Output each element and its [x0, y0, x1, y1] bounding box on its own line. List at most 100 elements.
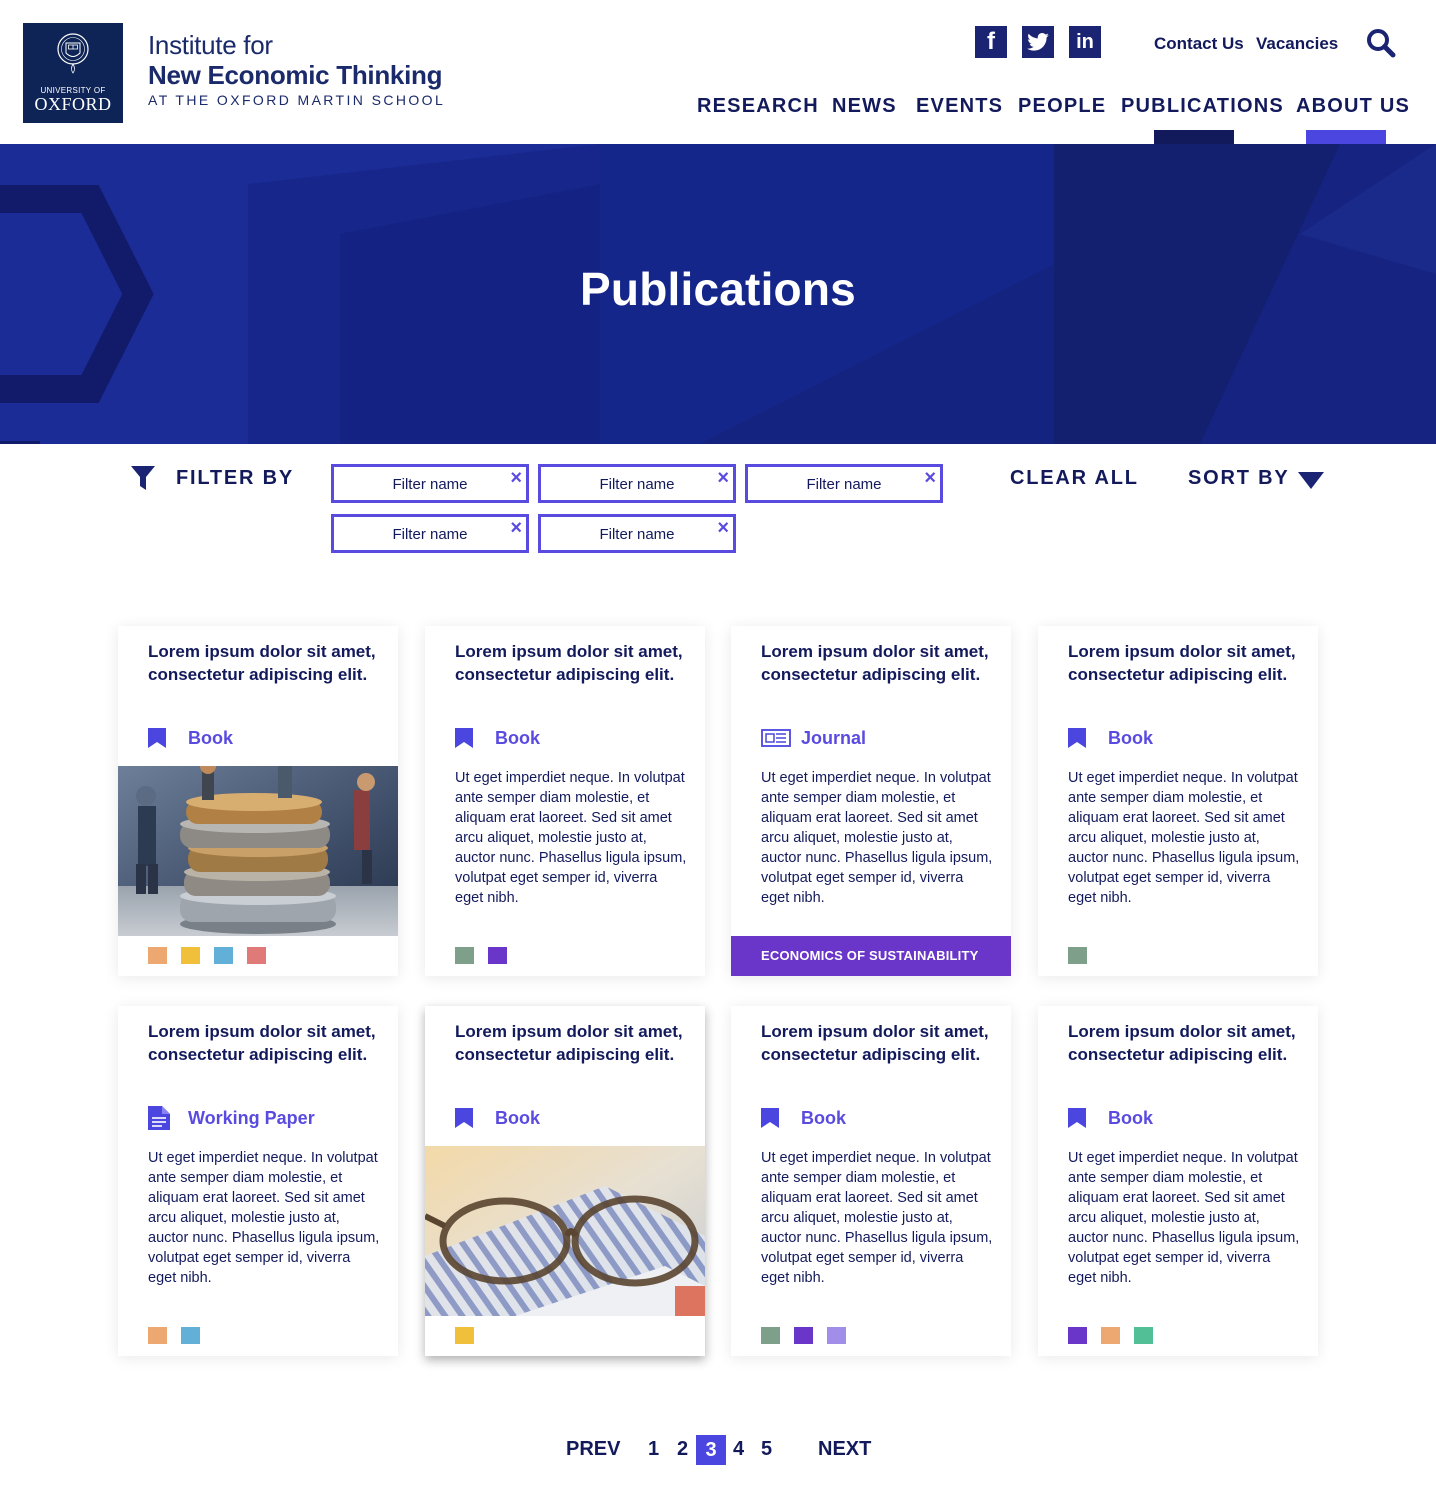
- topic-swatch[interactable]: [181, 1327, 200, 1344]
- institute-line2: New Economic Thinking: [148, 60, 443, 90]
- coins-photo[interactable]: [118, 758, 398, 936]
- bookmark-icon: [761, 1107, 791, 1129]
- institute-title[interactable]: Institute for New Economic Thinking AT T…: [148, 30, 445, 108]
- card-type[interactable]: Working Paper: [148, 1106, 315, 1130]
- card-title[interactable]: Lorem ipsum dolor sit amet, consectetur …: [455, 640, 685, 686]
- page-2-link[interactable]: 2: [677, 1438, 688, 1461]
- card-title[interactable]: Lorem ipsum dolor sit amet, consectetur …: [761, 640, 991, 686]
- topic-swatch[interactable]: [455, 947, 474, 964]
- linkedin-button[interactable]: in: [1069, 26, 1101, 58]
- publication-card[interactable]: Lorem ipsum dolor sit amet, consectetur …: [118, 626, 398, 976]
- clear-all-button[interactable]: CLEAR ALL: [1010, 467, 1139, 490]
- search-icon[interactable]: [1366, 28, 1396, 58]
- sort-by-label[interactable]: SORT BY: [1188, 467, 1290, 490]
- card-type-label: Book: [1108, 1107, 1153, 1128]
- oxford-logo[interactable]: UNIVERSITY OF OXFORD: [23, 23, 123, 123]
- publication-card[interactable]: Lorem ipsum dolor sit amet, consectetur …: [731, 1006, 1011, 1356]
- nav-active-indicator: [1154, 130, 1234, 144]
- page-1-link[interactable]: 1: [648, 1438, 659, 1461]
- card-type[interactable]: Book: [1068, 1106, 1153, 1130]
- twitter-button[interactable]: [1022, 26, 1054, 58]
- filter-chip[interactable]: Filter name ×: [538, 514, 736, 553]
- nav-events[interactable]: EVENTS: [916, 95, 1003, 118]
- topic-swatch[interactable]: [181, 947, 200, 964]
- card-title[interactable]: Lorem ipsum dolor sit amet, consectetur …: [455, 1020, 685, 1066]
- topic-swatch[interactable]: [794, 1327, 813, 1344]
- page-5-link[interactable]: 5: [761, 1438, 772, 1461]
- filter-icon: [131, 466, 155, 490]
- bookmark-icon: [1068, 1107, 1098, 1129]
- publication-card[interactable]: Lorem ipsum dolor sit amet, consectetur …: [118, 1006, 398, 1356]
- filter-by-label: FILTER BY: [176, 467, 295, 489]
- next-page-button[interactable]: NEXT: [818, 1438, 871, 1461]
- topic-tag[interactable]: ECONOMICS OF SUSTAINABILITY: [731, 936, 1011, 976]
- card-type-label: Journal: [801, 727, 867, 748]
- publication-card[interactable]: Lorem ipsum dolor sit amet, consectetur …: [1038, 1006, 1318, 1356]
- vacancies-link[interactable]: Vacancies: [1256, 34, 1338, 54]
- publication-card[interactable]: Lorem ipsum dolor sit amet, consectetur …: [1038, 626, 1318, 976]
- document-icon: [148, 1106, 178, 1130]
- card-title[interactable]: Lorem ipsum dolor sit amet, consectetur …: [1068, 640, 1298, 686]
- card-excerpt: Ut eget imperdiet neque. In volutpat ant…: [761, 770, 993, 906]
- close-icon[interactable]: ×: [924, 467, 936, 489]
- topic-swatch[interactable]: [148, 1327, 167, 1344]
- topic-swatch[interactable]: [455, 1327, 474, 1344]
- topic-swatch[interactable]: [827, 1327, 846, 1344]
- close-icon[interactable]: ×: [510, 467, 522, 489]
- nav-about-us[interactable]: ABOUT US: [1296, 95, 1410, 118]
- topic-swatch[interactable]: [1101, 1327, 1120, 1344]
- close-icon[interactable]: ×: [717, 517, 729, 539]
- nav-publications[interactable]: PUBLICATIONS: [1121, 95, 1284, 118]
- prev-page-button[interactable]: PREV: [566, 1438, 620, 1461]
- card-excerpt: Ut eget imperdiet neque. In volutpat ant…: [1068, 770, 1300, 906]
- publication-card[interactable]: Lorem ipsum dolor sit amet, consectetur …: [425, 626, 705, 976]
- card-type[interactable]: Book: [761, 1106, 846, 1130]
- card-type-label: Book: [188, 727, 233, 748]
- card-type[interactable]: Book: [455, 1106, 540, 1130]
- topic-swatch[interactable]: [761, 1327, 780, 1344]
- facebook-icon: f: [987, 28, 995, 55]
- filter-chip[interactable]: Filter name ×: [331, 464, 529, 503]
- page-title: Publications: [580, 263, 856, 315]
- card-type-label: Book: [801, 1107, 846, 1128]
- topic-swatches: [1068, 947, 1101, 964]
- contact-us-link[interactable]: Contact Us: [1154, 34, 1244, 54]
- card-excerpt: Ut eget imperdiet neque. In volutpat ant…: [455, 770, 687, 906]
- topic-swatch[interactable]: [148, 947, 167, 964]
- card-type[interactable]: Book: [148, 726, 233, 750]
- nav-research[interactable]: RESEARCH: [697, 95, 819, 118]
- filter-chip[interactable]: Filter name ×: [745, 464, 943, 503]
- card-type[interactable]: Journal: [761, 726, 866, 750]
- topic-swatch[interactable]: [214, 947, 233, 964]
- topic-swatch[interactable]: [1068, 1327, 1087, 1344]
- bookmark-icon: [1068, 727, 1098, 749]
- nav-people[interactable]: PEOPLE: [1018, 95, 1106, 118]
- close-icon[interactable]: ×: [510, 517, 522, 539]
- glasses-photo[interactable]: [425, 1146, 705, 1316]
- filter-chip[interactable]: Filter name ×: [331, 514, 529, 553]
- topic-swatches: [455, 1327, 488, 1344]
- publication-card[interactable]: Lorem ipsum dolor sit amet, consectetur …: [731, 626, 1011, 976]
- card-title[interactable]: Lorem ipsum dolor sit amet, consectetur …: [761, 1020, 991, 1066]
- topic-swatch[interactable]: [1134, 1327, 1153, 1344]
- bookmark-icon: [455, 727, 485, 749]
- card-type[interactable]: Book: [1068, 726, 1153, 750]
- facebook-button[interactable]: f: [975, 26, 1007, 58]
- page-3-current[interactable]: 3: [696, 1435, 726, 1465]
- card-title[interactable]: Lorem ipsum dolor sit amet, consectetur …: [148, 1020, 378, 1066]
- topic-swatch[interactable]: [488, 947, 507, 964]
- card-type-label: Working Paper: [188, 1107, 315, 1128]
- bookmark-icon: [455, 1107, 485, 1129]
- page-4-link[interactable]: 4: [733, 1438, 744, 1461]
- topic-swatch[interactable]: [1068, 947, 1087, 964]
- card-type[interactable]: Book: [455, 726, 540, 750]
- close-icon[interactable]: ×: [717, 467, 729, 489]
- card-title[interactable]: Lorem ipsum dolor sit amet, consectetur …: [148, 640, 378, 686]
- card-excerpt: Ut eget imperdiet neque. In volutpat ant…: [761, 1150, 993, 1286]
- topic-swatch[interactable]: [247, 947, 266, 964]
- nav-news[interactable]: NEWS: [832, 95, 897, 118]
- publication-card[interactable]: Lorem ipsum dolor sit amet, consectetur …: [425, 1006, 705, 1356]
- card-title[interactable]: Lorem ipsum dolor sit amet, consectetur …: [1068, 1020, 1298, 1066]
- chevron-down-icon[interactable]: [1298, 472, 1324, 490]
- filter-chip[interactable]: Filter name ×: [538, 464, 736, 503]
